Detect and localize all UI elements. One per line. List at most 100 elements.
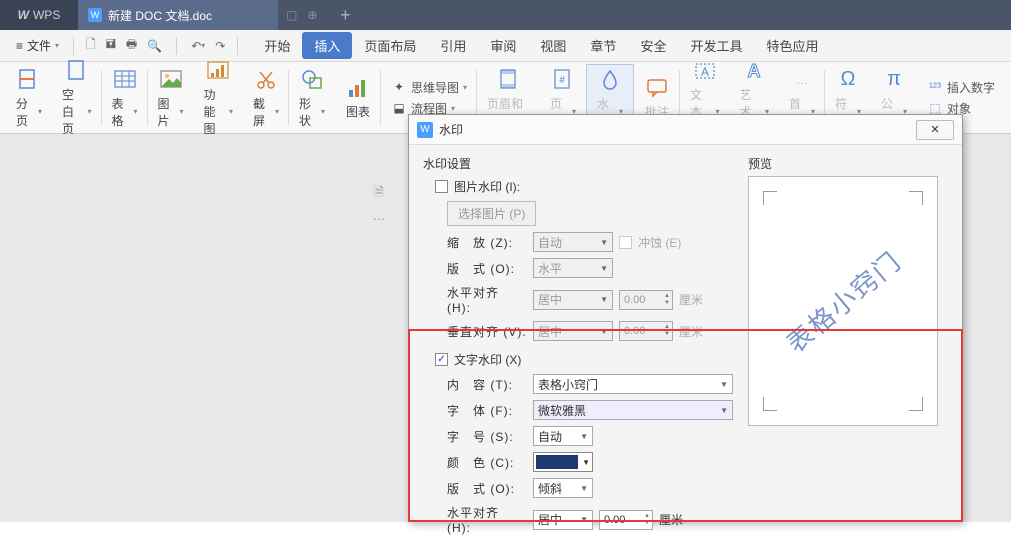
fontsize-combo[interactable]: 自动▼ <box>533 426 593 446</box>
blank-page-icon <box>64 58 90 84</box>
new-icon[interactable]: 🗋 <box>86 35 96 56</box>
layout2-combo[interactable]: 倾斜▼ <box>533 478 593 498</box>
preview-box: 表格小窍门 <box>748 176 938 426</box>
ribbon-tabs: 开始 插入 页面布局 引用 审阅 视图 章节 安全 开发工具 特色应用 <box>252 32 830 59</box>
chart-icon <box>345 75 371 101</box>
layout-combo: 水平▼ <box>533 258 613 278</box>
feature-icon <box>205 58 231 84</box>
feature-pic-button[interactable]: 功能图▾ <box>200 56 238 139</box>
svg-text:#: # <box>559 75 565 86</box>
comment-icon <box>644 75 670 101</box>
pin-icon[interactable]: ⊕ <box>307 8 317 22</box>
content-combo[interactable]: 表格小窍门▼ <box>533 374 733 394</box>
hamburger-icon: ≡ <box>16 39 23 53</box>
shape-icon <box>299 67 325 93</box>
watermark-dialog: W 水印 ✕ 水印设置 图片水印 (I): 选择图片 (P) 缩 放 (Z): … <box>408 114 963 522</box>
header-footer-icon <box>496 67 522 93</box>
redo-icon[interactable]: ↷ <box>215 39 225 53</box>
washout-checkbox <box>619 236 632 249</box>
halign2-spin[interactable]: 0.00▲▼ <box>599 510 653 530</box>
tab-review[interactable]: 审阅 <box>478 32 528 59</box>
scissors-icon <box>253 67 279 93</box>
preview-label: 预览 <box>748 155 948 172</box>
dropcap-icon: … <box>789 67 815 93</box>
blank-page-button[interactable]: 空白页▾ <box>58 56 96 139</box>
halign-combo: 居中▼ <box>533 290 613 310</box>
tab-security[interactable]: 安全 <box>628 32 678 59</box>
save-icon[interactable]: 🖬 <box>106 35 116 56</box>
tab-insert[interactable]: 插入 <box>302 32 352 59</box>
page-break-button[interactable]: 分页▾ <box>12 65 46 131</box>
undo-icon[interactable]: ↶ ▾ <box>191 39 205 53</box>
svg-text:A: A <box>748 61 761 81</box>
picture-icon <box>158 67 184 93</box>
washout-label: 冲蚀 (E) <box>638 234 681 251</box>
preview-watermark-text: 表格小窍门 <box>777 242 908 360</box>
shape-button[interactable]: 形状▾ <box>295 65 329 131</box>
pi-icon: π <box>881 67 907 93</box>
print-icon[interactable]: 🖶 <box>126 35 137 56</box>
mindmap-button[interactable]: ✦思维导图▾ <box>387 77 471 98</box>
select-picture-button[interactable]: 选择图片 (P) <box>447 201 536 226</box>
settings-label: 水印设置 <box>423 155 734 172</box>
screen-icon[interactable]: ▢ <box>286 8 297 22</box>
valign-spin: 0.00▲▼ <box>619 321 673 341</box>
halign-spin: 0.00▲▼ <box>619 290 673 310</box>
textbox-icon: A <box>692 58 718 84</box>
preview-icon[interactable]: 🔍 <box>147 39 162 53</box>
tab-page-layout[interactable]: 页面布局 <box>352 32 428 59</box>
page-number-icon: # <box>550 67 576 93</box>
color-combo[interactable]: ▼ <box>533 452 593 472</box>
tab-view[interactable]: 视图 <box>528 32 578 59</box>
insert-number-button[interactable]: ¹²³插入数字 <box>923 77 999 98</box>
halign-label: 水平对齐 (H): <box>447 284 527 315</box>
table-button[interactable]: 表格▾ <box>108 65 142 131</box>
flowchart-icon: ⬓ <box>391 100 407 116</box>
layout-label: 版 式 (O): <box>447 260 527 277</box>
document-title: 新建 DOC 文档.doc <box>108 7 212 24</box>
pic-watermark-checkbox[interactable] <box>435 180 448 193</box>
tab-start[interactable]: 开始 <box>252 32 302 59</box>
page-break-icon <box>16 67 42 93</box>
omega-icon: Ω <box>835 67 861 93</box>
float-menu-icon[interactable]: ⋯ <box>370 210 388 228</box>
dialog-title: 水印 <box>439 121 463 138</box>
tab-section[interactable]: 章节 <box>578 32 628 59</box>
file-menu[interactable]: ≡ 文件 ▾ <box>8 35 67 56</box>
content-label: 内 容 (T): <box>447 376 527 393</box>
tab-references[interactable]: 引用 <box>428 32 478 59</box>
svg-text:A: A <box>701 65 709 79</box>
text-watermark-checkbox[interactable] <box>435 353 448 366</box>
fontsize-label: 字 号 (S): <box>447 428 527 445</box>
pic-watermark-label: 图片水印 (I): <box>454 178 520 195</box>
layout2-label: 版 式 (O): <box>447 480 527 497</box>
table-icon <box>112 67 138 93</box>
tab-devtools[interactable]: 开发工具 <box>678 32 754 59</box>
app-tab[interactable]: W WPS <box>0 0 78 30</box>
document-tab[interactable]: W 新建 DOC 文档.doc <box>78 0 278 30</box>
font-combo[interactable]: 微软雅黑▼ <box>533 400 733 420</box>
tab-special[interactable]: 特色应用 <box>754 32 830 59</box>
halign2-combo[interactable]: 居中▼ <box>533 510 593 530</box>
zoom-label: 缩 放 (Z): <box>447 234 527 251</box>
number-icon: ¹²³ <box>927 79 943 95</box>
watermark-icon <box>597 67 623 93</box>
text-watermark-label: 文字水印 (X) <box>454 351 521 368</box>
wordart-icon: A <box>741 58 767 84</box>
halign2-label: 水平对齐 (H): <box>447 504 527 535</box>
picture-button[interactable]: 图片▾ <box>154 65 188 131</box>
font-label: 字 体 (F): <box>447 402 527 419</box>
color-label: 颜 色 (C): <box>447 454 527 471</box>
screenshot-button[interactable]: 截屏▾ <box>249 65 283 131</box>
float-doc-icon[interactable]: 🗎 <box>370 184 388 202</box>
zoom-combo: 自动▼ <box>533 232 613 252</box>
chart-button[interactable]: 图表 <box>341 73 375 122</box>
dialog-close-button[interactable]: ✕ <box>916 120 954 140</box>
new-tab-button[interactable]: + <box>325 0 365 30</box>
valign-label: 垂直对齐 (V): <box>447 323 527 340</box>
valign-combo: 居中▼ <box>533 321 613 341</box>
doc-icon: W <box>88 8 102 22</box>
mindmap-icon: ✦ <box>391 79 407 95</box>
tab-extras: ▢ ⊕ <box>278 0 325 30</box>
dialog-icon: W <box>417 122 433 138</box>
